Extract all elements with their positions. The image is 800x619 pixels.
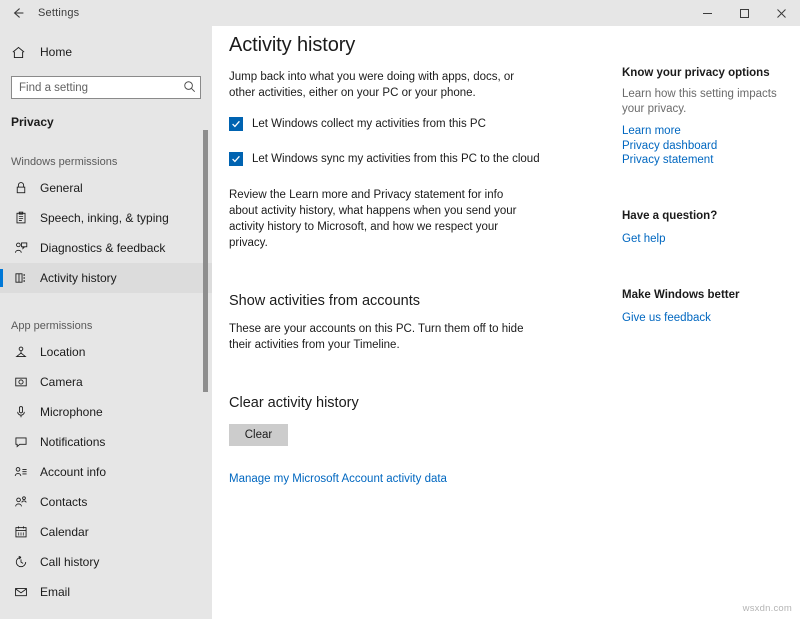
- aside-heading-privacy-options: Know your privacy options: [622, 26, 787, 79]
- sidebar-item-label: Activity history: [31, 271, 117, 285]
- search-box: [11, 76, 201, 99]
- sidebar-item-email[interactable]: Email: [0, 577, 212, 607]
- minimize-icon: [702, 8, 713, 19]
- sidebar-item-label: Calendar: [31, 525, 89, 539]
- sidebar-item-home[interactable]: Home: [0, 37, 212, 67]
- sidebar-item-call-history[interactable]: Call history: [0, 547, 212, 577]
- learn-more-link[interactable]: Learn more: [622, 124, 787, 139]
- contacts-icon: [11, 495, 31, 509]
- back-button[interactable]: [0, 0, 36, 26]
- clipboard-pen-icon: [11, 211, 31, 225]
- get-help-link[interactable]: Get help: [622, 233, 665, 245]
- calendar-icon: [11, 525, 31, 539]
- window-controls: [689, 0, 800, 26]
- sidebar-category-title: Privacy: [0, 99, 212, 129]
- sidebar-item-label: Camera: [31, 375, 83, 389]
- maximize-button[interactable]: [726, 0, 763, 26]
- checkbox-label: Let Windows sync my activities from this…: [243, 152, 540, 166]
- home-icon: [11, 45, 31, 60]
- sidebar-item-label: Contacts: [31, 495, 87, 509]
- section-heading-clear-activity: Clear activity history: [229, 353, 559, 411]
- intro-text: Jump back into what you were doing with …: [229, 57, 531, 101]
- sidebar-item-contacts[interactable]: Contacts: [0, 487, 212, 517]
- aside-privacy-links: Learn more Privacy dashboard Privacy sta…: [622, 117, 787, 168]
- related-settings-column: Know your privacy options Learn how this…: [622, 26, 787, 326]
- title-bar: Settings: [0, 0, 800, 26]
- checkbox-row-collect-activities[interactable]: Let Windows collect my activities from t…: [229, 117, 559, 131]
- home-label: Home: [31, 45, 72, 59]
- aside-feedback-links: Give us feedback: [622, 301, 787, 326]
- aside-heading-have-a-question: Have a question?: [622, 168, 787, 222]
- main-column: Activity history Jump back into what you…: [229, 26, 559, 487]
- sidebar-item-speech-inking-typing[interactable]: Speech, inking, & typing: [0, 203, 212, 233]
- sidebar-item-general[interactable]: General: [0, 173, 212, 203]
- person-feedback-icon: [11, 241, 31, 255]
- checkbox-row-sync-activities[interactable]: Let Windows sync my activities from this…: [229, 152, 559, 166]
- sidebar-item-label: Microphone: [31, 405, 103, 419]
- maximize-icon: [739, 8, 750, 19]
- checkbox-label: Let Windows collect my activities from t…: [243, 117, 486, 131]
- settings-window: Settings: [0, 0, 800, 619]
- search-input[interactable]: [11, 76, 201, 99]
- give-us-feedback-link[interactable]: Give us feedback: [622, 312, 711, 324]
- app-title: Settings: [36, 7, 79, 19]
- minimize-button[interactable]: [689, 0, 726, 26]
- sidebar-item-label: Location: [31, 345, 85, 359]
- section-heading-show-activities: Show activities from accounts: [229, 251, 559, 309]
- sidebar-item-camera[interactable]: Camera: [0, 367, 212, 397]
- manage-activity-link-wrap: Manage my Microsoft Account activity dat…: [229, 469, 559, 487]
- sidebar-item-calendar[interactable]: Calendar: [0, 517, 212, 547]
- sidebar-item-location[interactable]: Location: [0, 337, 212, 367]
- content-area: Activity history Jump back into what you…: [212, 26, 800, 619]
- lock-icon: [11, 181, 31, 195]
- watermark: wsxdn.com: [743, 603, 792, 614]
- sidebar-item-activity-history[interactable]: Activity history: [0, 263, 212, 293]
- call-history-icon: [11, 555, 31, 569]
- accounts-description: These are your accounts on this PC. Turn…: [229, 309, 531, 353]
- sidebar-item-label: Diagnostics & feedback: [31, 241, 165, 255]
- sidebar-item-microphone[interactable]: Microphone: [0, 397, 212, 427]
- sidebar-item-label: Call history: [31, 555, 99, 569]
- aside-question-links: Get help: [622, 222, 787, 247]
- privacy-statement-link[interactable]: Privacy statement: [622, 153, 787, 168]
- privacy-dashboard-link[interactable]: Privacy dashboard: [622, 139, 787, 154]
- clear-button[interactable]: Clear: [229, 424, 288, 446]
- sidebar-item-label: General: [31, 181, 83, 195]
- email-icon: [11, 585, 31, 599]
- notification-bubble-icon: [11, 435, 31, 449]
- sidebar-scrollbar[interactable]: [203, 26, 208, 619]
- checkbox-checked-icon[interactable]: [229, 117, 243, 131]
- location-pin-icon: [11, 345, 31, 359]
- close-button[interactable]: [763, 0, 800, 26]
- aside-heading-make-windows-better: Make Windows better: [622, 247, 787, 301]
- back-arrow-icon: [11, 6, 25, 20]
- sidebar-scrollbar-thumb[interactable]: [203, 130, 208, 392]
- sidebar-item-label: Account info: [31, 465, 106, 479]
- sidebar-group-label-windows-permissions: Windows permissions: [0, 156, 212, 168]
- microphone-icon: [11, 405, 31, 419]
- sidebar-item-account-info[interactable]: Account info: [0, 457, 212, 487]
- checkbox-checked-icon[interactable]: [229, 152, 243, 166]
- account-info-icon: [11, 465, 31, 479]
- review-text: Review the Learn more and Privacy statem…: [229, 166, 531, 251]
- sidebar-item-label: Notifications: [31, 435, 105, 449]
- sidebar-item-label: Email: [31, 585, 70, 599]
- camera-icon: [11, 375, 31, 389]
- sidebar-item-label: Speech, inking, & typing: [31, 211, 169, 225]
- close-icon: [776, 8, 787, 19]
- title-bar-left: Settings: [0, 0, 212, 26]
- manage-microsoft-account-activity-link[interactable]: Manage my Microsoft Account activity dat…: [229, 473, 447, 485]
- activity-timeline-icon: [11, 271, 31, 285]
- sidebar-item-diagnostics-feedback[interactable]: Diagnostics & feedback: [0, 233, 212, 263]
- sidebar: Home Privacy Windows permissions General: [0, 26, 212, 619]
- sidebar-group-label-app-permissions: App permissions: [0, 320, 212, 332]
- page-title: Activity history: [229, 26, 559, 57]
- aside-privacy-description: Learn how this setting impacts your priv…: [622, 79, 787, 117]
- sidebar-item-notifications[interactable]: Notifications: [0, 427, 212, 457]
